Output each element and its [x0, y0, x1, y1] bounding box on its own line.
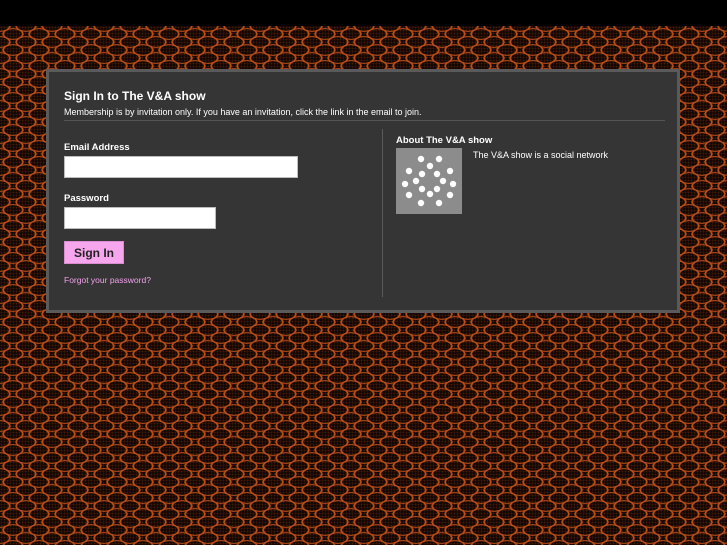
top-black-band [0, 0, 727, 26]
membership-note: Membership is by invitation only. If you… [64, 107, 422, 117]
forgot-password-link[interactable]: Forgot your password? [64, 275, 151, 285]
about-title: About The V&A show [396, 135, 493, 146]
header-divider [64, 120, 665, 121]
password-label: Password [64, 193, 109, 204]
email-label: Email Address [64, 142, 130, 153]
sign-in-button[interactable]: Sign In [64, 241, 124, 264]
password-field[interactable] [64, 207, 216, 229]
network-logo-icon [396, 148, 462, 214]
email-field[interactable] [64, 156, 298, 178]
page-title: Sign In to The V&A show [64, 89, 206, 103]
about-description: The V&A show is a social network [473, 150, 609, 160]
sign-in-panel: Sign In to The V&A show Membership is by… [46, 69, 680, 313]
column-divider [382, 129, 383, 297]
network-logo-graphic [401, 155, 457, 207]
